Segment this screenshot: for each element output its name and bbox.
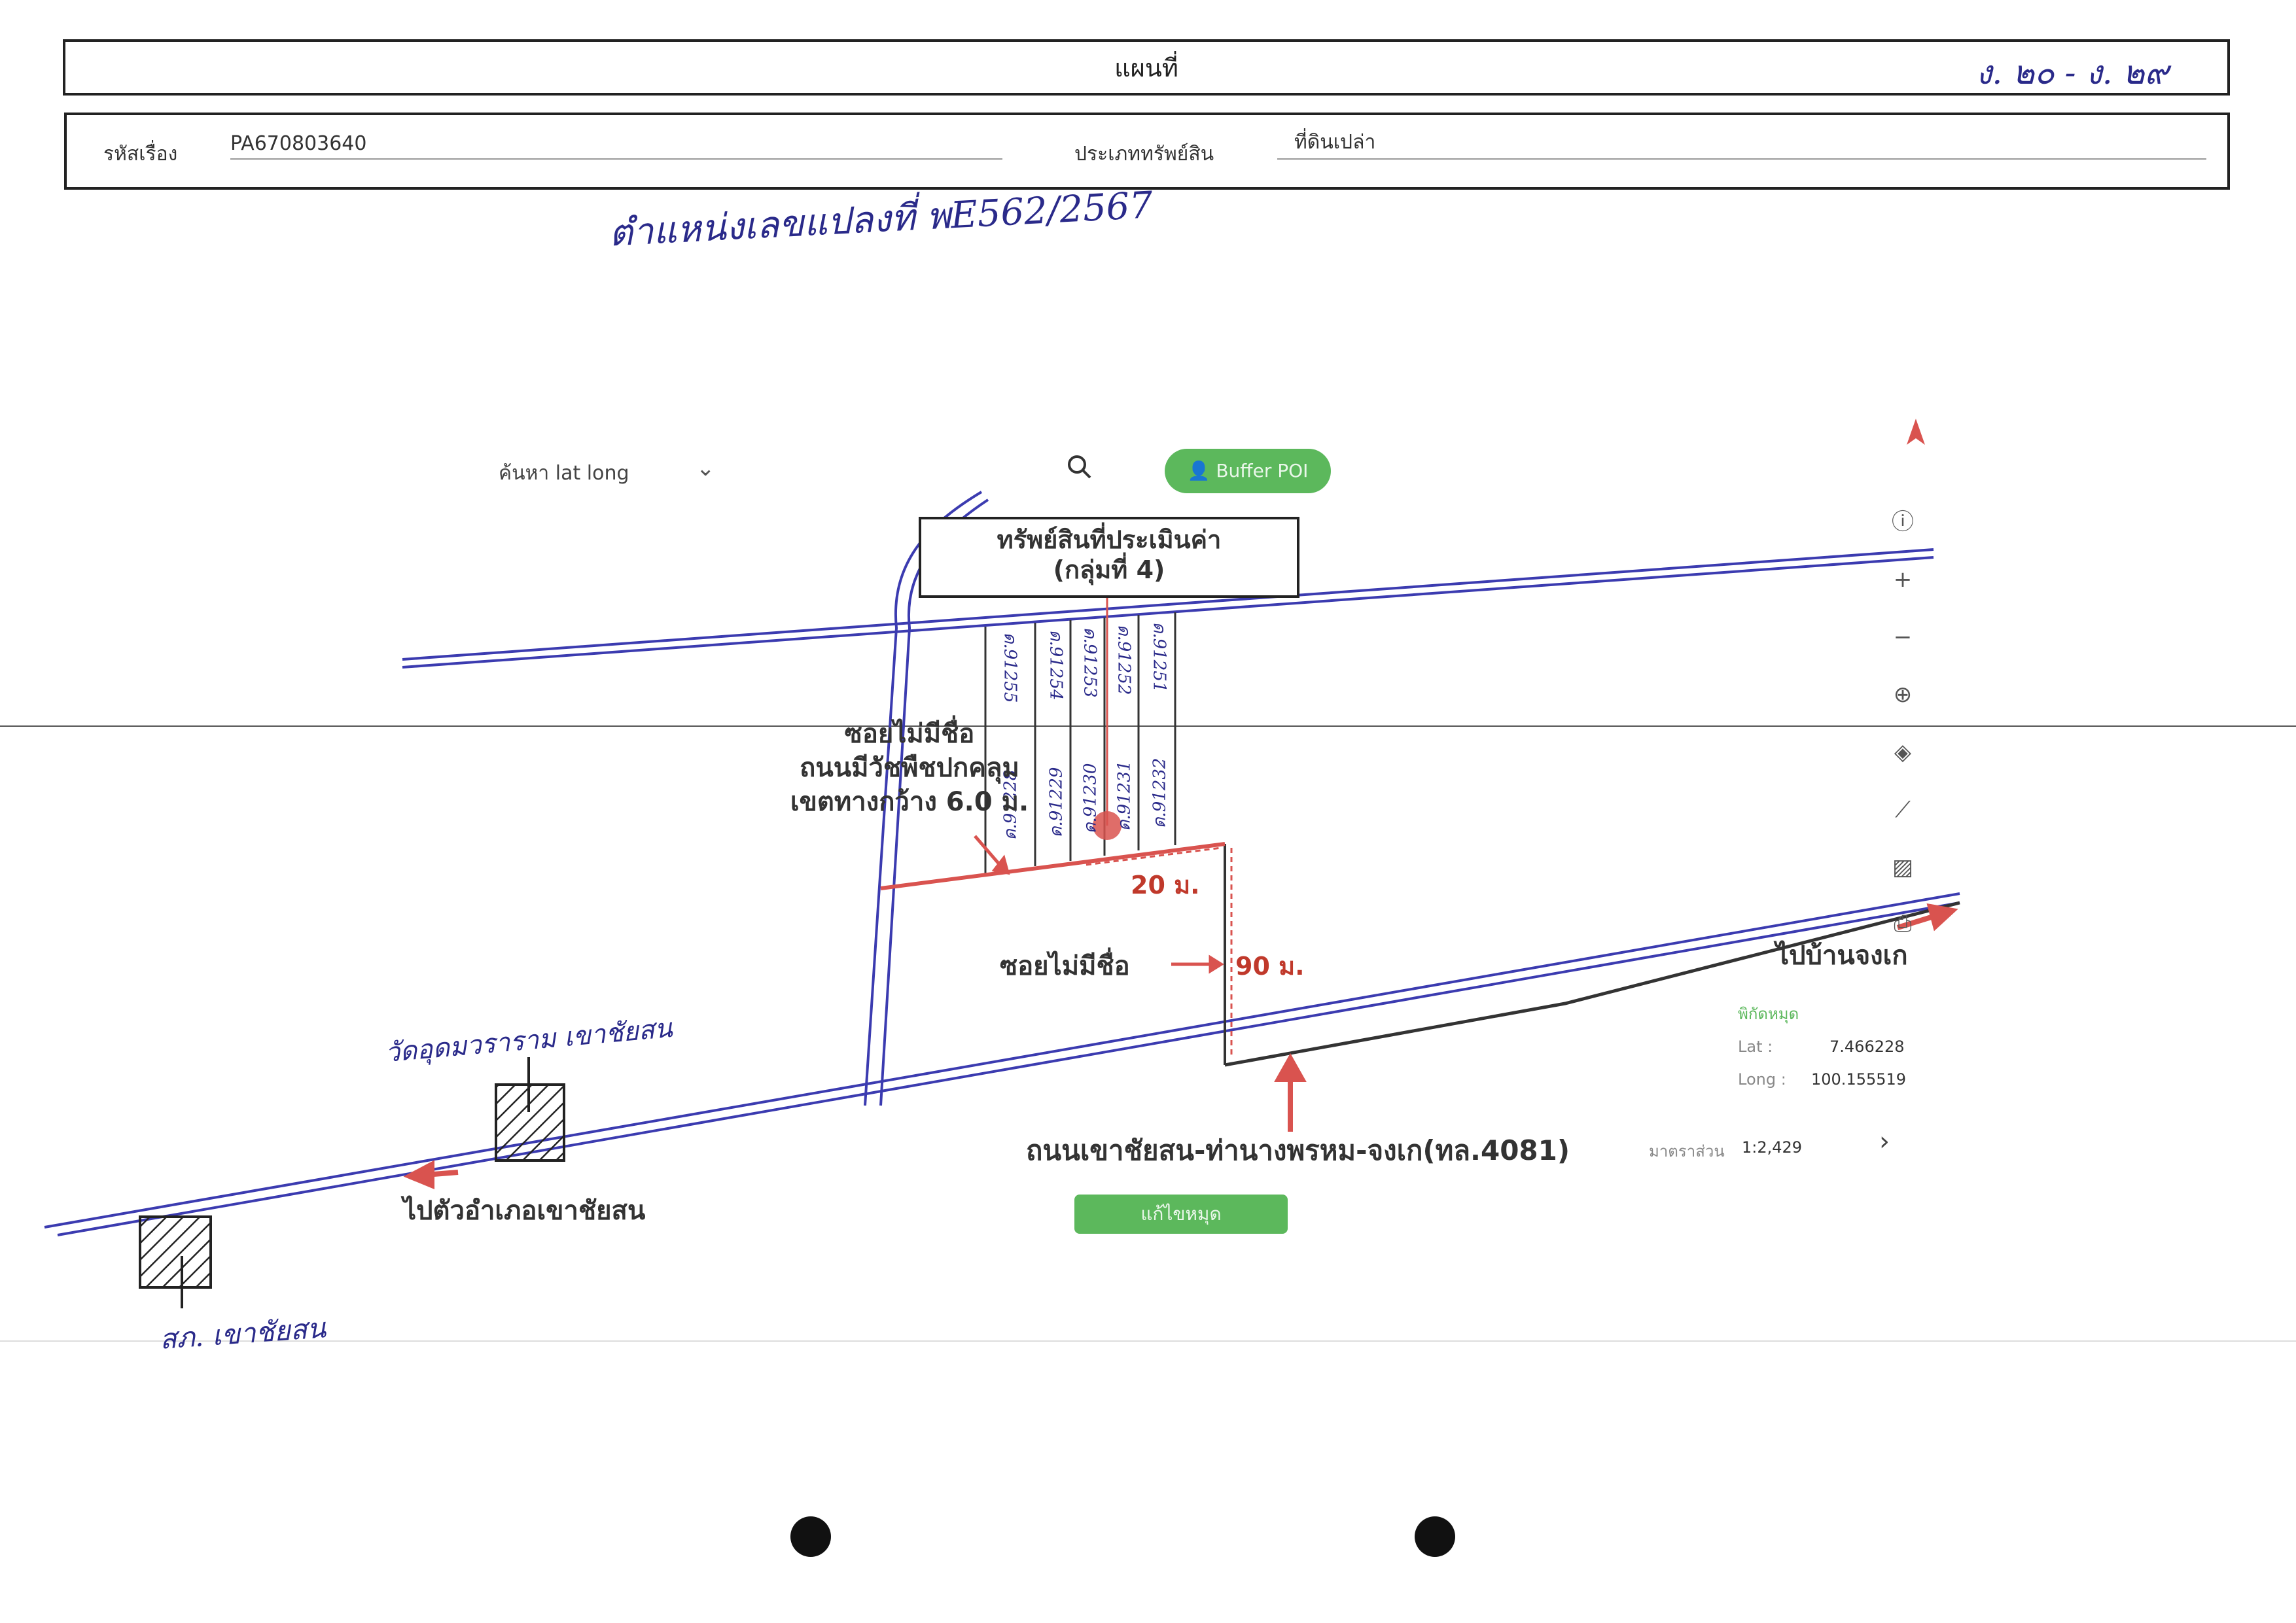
- print-icon[interactable]: ⎙: [1890, 911, 1916, 937]
- to-jongke-label: ไปบ้านจงเก: [1776, 941, 1908, 971]
- chevron-right-icon[interactable]: ›: [1879, 1126, 1890, 1157]
- soi-note-line1: ซอยไม่มีชื่อ: [844, 719, 975, 749]
- punch-hole: [790, 1516, 831, 1557]
- search-input[interactable]: [752, 454, 1043, 484]
- pointer-arrow-soi2: [1171, 954, 1224, 974]
- soi-note-line2: ถนนมีวัชพืชปกคลุม: [800, 753, 1019, 783]
- soi-note-line3: เขตทางกว้าง 6.0 ม.: [790, 787, 1029, 817]
- area-icon[interactable]: ▨: [1890, 854, 1916, 881]
- asset-callout-line1: ทรัพย์สินที่ประเมินค่า: [997, 525, 1222, 554]
- zoom-in-icon[interactable]: +: [1890, 567, 1916, 593]
- scale-label: มาตราส่วน: [1649, 1142, 1725, 1161]
- long-label: Long :: [1738, 1070, 1786, 1089]
- layers-icon[interactable]: ◈: [1890, 739, 1916, 765]
- pointer-arrow-main-road: [1274, 1053, 1307, 1132]
- dimension-90-label: 90 ม.: [1235, 952, 1305, 981]
- locate-icon[interactable]: ⊕: [1890, 682, 1916, 708]
- dimension-20-label: 20 ม.: [1131, 871, 1200, 899]
- search-mode-label[interactable]: ค้นหา lat long: [499, 458, 629, 489]
- info-icon[interactable]: ⓘ: [1890, 509, 1916, 535]
- plot-label: ด.91252: [1114, 624, 1134, 695]
- buffer-poi-label: Buffer POI: [1216, 460, 1309, 481]
- user-icon: 👤: [1187, 460, 1216, 481]
- punch-hole: [1415, 1516, 1455, 1557]
- ruler-icon[interactable]: ⟋: [1890, 797, 1916, 823]
- police-landmark: [139, 1215, 212, 1289]
- main-road-label: ถนนเขาชัยสน-ท่านางพรหม-จงเก(ทล.4081): [1026, 1134, 1570, 1166]
- search-icon[interactable]: [1065, 453, 1094, 481]
- plot-label: ด.91251: [1149, 621, 1169, 693]
- lat-label: Lat :: [1738, 1038, 1773, 1056]
- asset-callout: ทรัพย์สินที่ประเมินค่า (กลุ่มที่ 4): [919, 517, 1299, 598]
- north-arrow-icon: [1907, 419, 1925, 445]
- pointer-arrow-soi: [974, 835, 1010, 875]
- coords-title: พิกัดหมุด: [1738, 1005, 1799, 1023]
- plot-label: ด.91231: [1114, 760, 1135, 831]
- scale-value: 1:2,429: [1742, 1138, 1803, 1157]
- long-value: 100.155519: [1811, 1070, 1907, 1089]
- edit-pin-button[interactable]: แก้ไขหมุด: [1074, 1195, 1288, 1234]
- soi-arrow-label: ซอยไม่มีชื่อ: [1000, 951, 1130, 981]
- soi-note: ซอยไม่มีชื่อ ถนนมีวัชพืชปกคลุม เขตทางกว้…: [739, 717, 1080, 819]
- plot-label: ด.91232: [1150, 758, 1170, 829]
- asset-callout-line2: (กลุ่มที่ 4): [1053, 555, 1165, 584]
- plot-label: ด.91253: [1080, 627, 1100, 698]
- zoom-out-icon[interactable]: −: [1890, 624, 1916, 650]
- plot-label: ด.91255: [1000, 632, 1020, 703]
- plot-label: ด.91254: [1046, 629, 1066, 701]
- chevron-down-icon[interactable]: ⌄: [696, 455, 715, 481]
- buffer-poi-button[interactable]: 👤 Buffer POI: [1165, 449, 1331, 493]
- plot-label: ด.91230: [1080, 763, 1101, 834]
- lat-value: 7.466228: [1829, 1038, 1905, 1056]
- to-district-label: ไปตัวอำเภอเขาชัยสน: [403, 1196, 646, 1226]
- dimension-20: [1086, 846, 1222, 866]
